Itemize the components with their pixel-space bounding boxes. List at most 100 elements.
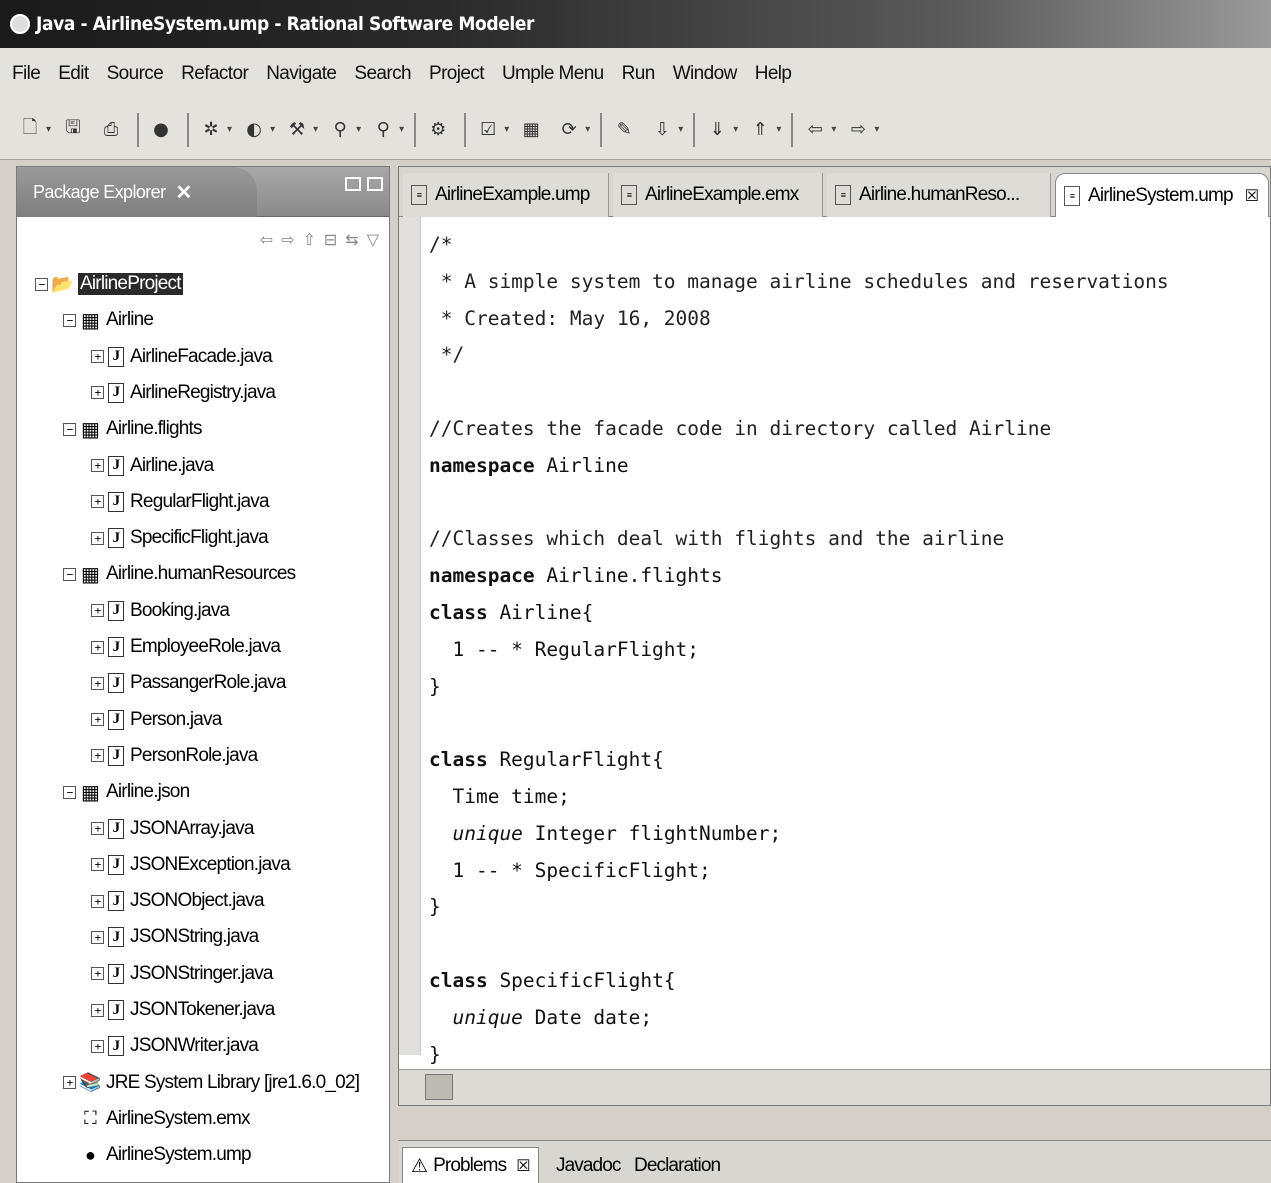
next-annotation-icon[interactable]: ⇓ <box>703 116 731 144</box>
tree-item[interactable]: + J AirlineRegistry.java <box>91 378 276 408</box>
tree-item[interactable]: + J PassangerRole.java <box>91 668 286 698</box>
dropdown-arrow-icon[interactable]: ▾ <box>356 124 361 135</box>
close-icon[interactable]: ✕ <box>175 180 192 205</box>
view-tab-problems[interactable]: ⚠ Problems ☒ <box>402 1147 539 1183</box>
expand-icon[interactable]: + <box>91 749 104 763</box>
external-tools-icon[interactable]: ⚒ <box>283 116 311 144</box>
open-type-icon[interactable]: ⚙ <box>424 116 452 144</box>
print-icon[interactable]: ⎙ <box>97 116 125 144</box>
expand-icon[interactable]: + <box>91 640 104 654</box>
expand-icon[interactable]: + <box>91 894 104 908</box>
dropdown-arrow-icon[interactable]: ▾ <box>678 124 683 135</box>
dropdown-arrow-icon[interactable]: ▾ <box>313 124 318 135</box>
menu-run[interactable]: Run <box>622 63 656 85</box>
expand-icon[interactable]: + <box>63 1076 76 1090</box>
expand-icon[interactable]: + <box>91 495 104 509</box>
tree-item[interactable]: + J JSONWriter.java <box>91 1031 259 1061</box>
view-tab-javadoc[interactable]: Javadoc <box>548 1147 628 1183</box>
tree-item[interactable]: + J EmployeeRole.java <box>91 632 281 662</box>
tree-item[interactable]: − ▦ Airline.humanResources <box>63 559 296 589</box>
tree-item[interactable]: + J Booking.java <box>91 596 230 626</box>
menu-window[interactable]: Window <box>673 63 738 85</box>
menu-refactor[interactable]: Refactor <box>181 63 249 85</box>
tree-item[interactable]: + J RegularFlight.java <box>91 487 270 517</box>
expand-icon[interactable]: + <box>91 459 104 472</box>
collapse-icon[interactable]: − <box>63 567 76 581</box>
minimize-icon[interactable] <box>345 177 361 191</box>
expand-icon[interactable]: + <box>91 531 104 545</box>
expand-icon[interactable]: + <box>91 930 104 944</box>
forward-icon[interactable]: ⇨ <box>844 116 872 144</box>
tree-item[interactable]: ⛶ AirlineSystem.emx <box>63 1104 250 1134</box>
dropdown-arrow-icon[interactable]: ▾ <box>399 124 404 135</box>
debug-icon[interactable]: ✲ <box>197 116 225 144</box>
close-icon[interactable]: ☒ <box>1245 186 1259 206</box>
expand-icon[interactable]: + <box>91 1003 104 1017</box>
new-icon[interactable]: 🗋 <box>16 116 44 144</box>
expand-icon[interactable]: + <box>91 676 104 690</box>
prev-annotation-icon[interactable]: ⇑ <box>746 116 774 144</box>
tree-item[interactable]: − 📂 AirlineProject <box>35 269 183 299</box>
search-icon[interactable]: ⚲ <box>326 116 354 144</box>
run-icon[interactable]: ◐ <box>240 116 268 144</box>
menu-umple-menu[interactable]: Umple Menu <box>502 63 604 85</box>
close-icon[interactable]: ☒ <box>516 1156 530 1176</box>
expand-icon[interactable]: + <box>91 350 104 364</box>
dropdown-arrow-icon[interactable]: ▾ <box>46 124 51 135</box>
scrollbar-thumb[interactable] <box>425 1074 453 1100</box>
collapse-icon[interactable]: − <box>63 785 76 799</box>
package-icon[interactable]: ▦ <box>517 116 545 144</box>
tree-item[interactable]: ● AirlineSystem.ump <box>63 1140 252 1170</box>
tree-item[interactable]: + J SpecificFlight.java <box>91 523 269 553</box>
collapse-icon[interactable]: − <box>63 313 76 327</box>
menu-file[interactable]: File <box>12 63 41 85</box>
tree-item[interactable]: + J JSONStringer.java <box>91 959 273 989</box>
tree-item[interactable]: + J JSONArray.java <box>91 814 254 844</box>
forward-icon[interactable]: ⇨ <box>281 230 294 249</box>
expand-icon[interactable]: + <box>91 713 104 727</box>
dropdown-arrow-icon[interactable]: ▾ <box>227 124 232 135</box>
annotation-icon[interactable]: ⇩ <box>648 116 676 144</box>
menu-project[interactable]: Project <box>429 63 485 85</box>
edit-icon[interactable]: ✎ <box>610 116 638 144</box>
expand-icon[interactable]: + <box>91 1039 104 1053</box>
tree-item[interactable]: + J JSONString.java <box>91 922 259 952</box>
back-icon[interactable]: ⇦ <box>801 116 829 144</box>
tree-item[interactable]: + J JSONException.java <box>91 850 291 880</box>
search-reference-icon[interactable]: ⚲ <box>369 116 397 144</box>
save-icon[interactable]: 🖫 <box>59 116 87 144</box>
dropdown-arrow-icon[interactable]: ▾ <box>733 124 738 135</box>
tree-item[interactable]: + J Airline.java <box>91 451 214 481</box>
menu-source[interactable]: Source <box>107 63 164 85</box>
tree-item[interactable]: + 📚 JRE System Library [jre1.6.0_02] <box>63 1068 360 1098</box>
tree-item[interactable]: + J JSONObject.java <box>91 886 265 916</box>
expand-icon[interactable]: + <box>91 967 104 981</box>
tree-item[interactable]: + J AirlineFacade.java <box>91 342 273 372</box>
link-editor-icon[interactable]: ⇆ <box>345 230 358 249</box>
horizontal-scrollbar[interactable] <box>399 1069 1270 1105</box>
dropdown-arrow-icon[interactable]: ▾ <box>585 124 590 135</box>
collapse-all-icon[interactable]: ⊟ <box>324 230 337 249</box>
expand-icon[interactable]: + <box>91 858 104 872</box>
tab-package-explorer[interactable]: Package Explorer ✕ <box>17 167 257 217</box>
editor-tab[interactable]: ≡ AirlineSystem.ump ☒ <box>1055 173 1269 217</box>
dropdown-arrow-icon[interactable]: ▾ <box>504 124 509 135</box>
menu-search[interactable]: Search <box>354 63 411 85</box>
maximize-icon[interactable] <box>367 177 383 191</box>
editor-tab[interactable]: ≡ Airline.humanReso... <box>827 173 1051 217</box>
collapse-icon[interactable]: − <box>35 277 48 291</box>
menu-navigate[interactable]: Navigate <box>266 63 337 85</box>
menu-edit[interactable]: Edit <box>58 63 89 85</box>
tree-item[interactable]: − ▦ Airline <box>63 305 154 335</box>
up-icon[interactable]: ⇧ <box>302 230 315 249</box>
refresh-icon[interactable]: ⟳ <box>555 116 583 144</box>
dropdown-arrow-icon[interactable]: ▾ <box>270 124 275 135</box>
menu-help[interactable]: Help <box>755 63 792 85</box>
editor-tab[interactable]: ≡ AirlineExample.emx <box>613 173 823 217</box>
tree-item[interactable]: + J JSONTokener.java <box>91 995 275 1025</box>
tree-item[interactable]: − ▦ Airline.json <box>63 777 190 807</box>
open-task-icon[interactable]: ☑ <box>474 116 502 144</box>
dropdown-arrow-icon[interactable]: ▾ <box>874 124 879 135</box>
tree-item[interactable]: + J PersonRole.java <box>91 741 258 771</box>
view-tab-declaration[interactable]: Declaration <box>626 1147 728 1183</box>
